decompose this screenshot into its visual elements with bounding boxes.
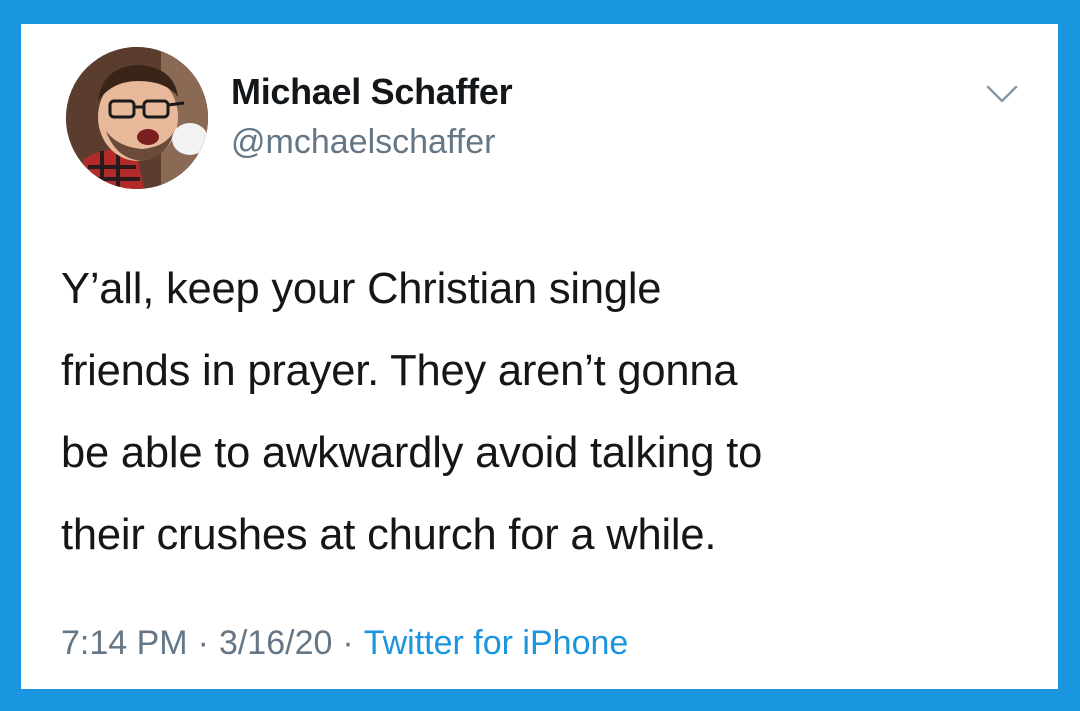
tweet-text: Y’all, keep your Christian single friend…: [61, 265, 763, 559]
avatar-photo-icon: [66, 47, 208, 189]
chevron-down-icon[interactable]: [985, 82, 1019, 106]
author-display-name[interactable]: Michael Schaffer: [231, 71, 513, 113]
tweet-card: Michael Schaffer @mchaelschaffer Y’all, …: [21, 24, 1058, 689]
tweet-time[interactable]: 7:14 PM: [61, 624, 188, 662]
avatar[interactable]: [66, 47, 208, 189]
tweet-meta: 7:14 PM · 3/16/20 · Twitter for iPhone: [61, 624, 628, 663]
tweet-source-link[interactable]: Twitter for iPhone: [364, 624, 629, 662]
meta-separator: ·: [342, 624, 354, 662]
meta-separator: ·: [197, 624, 209, 662]
tweet-date[interactable]: 3/16/20: [219, 624, 332, 662]
author-handle[interactable]: @mchaelschaffer: [231, 123, 495, 162]
